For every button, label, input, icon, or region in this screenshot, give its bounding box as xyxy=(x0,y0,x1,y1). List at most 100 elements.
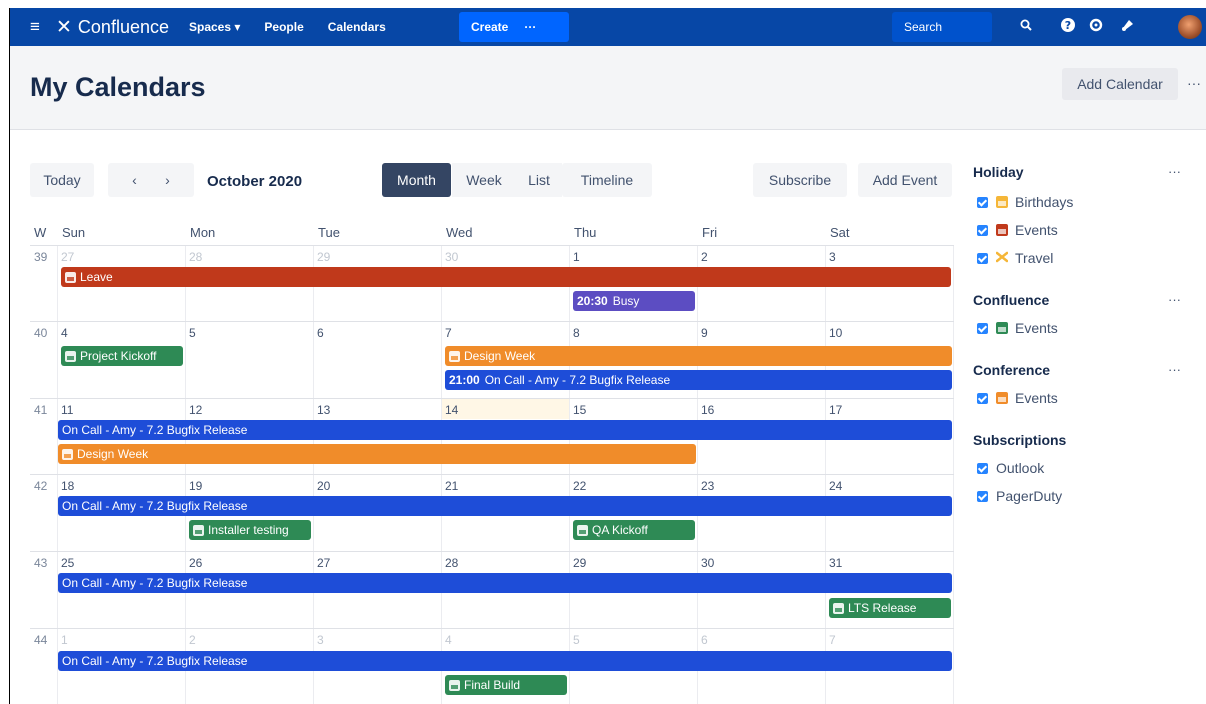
subscribe-button[interactable]: Subscribe xyxy=(753,163,847,197)
day-number[interactable]: 30 xyxy=(445,250,458,264)
group-subscriptions[interactable]: Subscriptions xyxy=(973,432,1066,448)
day-number[interactable]: 16 xyxy=(701,403,714,417)
view-month-button[interactable]: Month xyxy=(382,163,451,197)
header-more-button[interactable]: ··· xyxy=(1182,68,1206,100)
calendar-item-outlook[interactable]: Outlook xyxy=(977,459,1044,477)
day-number[interactable]: 27 xyxy=(61,250,74,264)
day-number[interactable]: 26 xyxy=(189,556,202,570)
day-number[interactable]: 21 xyxy=(445,479,458,493)
day-number[interactable]: 19 xyxy=(189,479,202,493)
day-number[interactable]: 11 xyxy=(61,403,73,417)
event-project-kickoff[interactable]: Project Kickoff xyxy=(61,346,183,366)
checkbox-checked[interactable] xyxy=(977,490,988,502)
day-number[interactable]: 22 xyxy=(573,479,586,493)
event-on-call[interactable]: On Call - Amy - 7.2 Bugfix Release xyxy=(58,573,952,593)
day-number[interactable]: 3 xyxy=(317,633,324,647)
settings-icon[interactable] xyxy=(1086,17,1106,37)
group-more-button[interactable]: ··· xyxy=(1168,164,1181,179)
create-more-icon[interactable]: ··· xyxy=(524,20,536,34)
nav-calendars[interactable]: Calendars xyxy=(328,20,386,34)
group-more-button[interactable]: ··· xyxy=(1168,292,1181,307)
day-number[interactable]: 28 xyxy=(445,556,458,570)
checkbox-checked[interactable] xyxy=(977,462,988,474)
day-number[interactable]: 2 xyxy=(701,250,708,264)
prev-month-button[interactable]: ‹ xyxy=(132,172,137,188)
menu-icon[interactable]: ≡ xyxy=(26,17,44,37)
day-number[interactable]: 30 xyxy=(701,556,714,570)
day-number[interactable]: 28 xyxy=(189,250,202,264)
day-number[interactable]: 24 xyxy=(829,479,842,493)
event-design-week[interactable]: Design Week xyxy=(445,346,952,366)
day-number[interactable]: 3 xyxy=(829,250,836,264)
today-button[interactable]: Today xyxy=(30,163,94,197)
calendar-item-birthdays[interactable]: Birthdays xyxy=(977,193,1073,211)
view-timeline-button[interactable]: Timeline xyxy=(562,163,652,197)
add-calendar-button[interactable]: Add Calendar xyxy=(1062,68,1178,100)
event-busy[interactable]: 20:30 Busy xyxy=(573,291,695,311)
search-icon[interactable] xyxy=(1020,19,1032,34)
day-number[interactable]: 20 xyxy=(317,479,330,493)
day-number[interactable]: 15 xyxy=(573,403,586,417)
nav-people[interactable]: People xyxy=(264,20,303,34)
add-event-button[interactable]: Add Event xyxy=(858,163,952,197)
day-number[interactable]: 4 xyxy=(445,633,452,647)
day-number[interactable]: 5 xyxy=(189,326,196,340)
calendar-item-events[interactable]: Events xyxy=(977,389,1058,407)
nav-spaces[interactable]: Spaces ▾ xyxy=(189,20,240,34)
group-conference[interactable]: Conference xyxy=(973,362,1050,378)
search-input[interactable]: Search xyxy=(892,12,992,42)
day-number[interactable]: 1 xyxy=(573,250,580,264)
user-avatar[interactable] xyxy=(1178,15,1202,39)
checkbox-checked[interactable] xyxy=(977,196,988,208)
calendar-item-travel[interactable]: Travel xyxy=(977,249,1053,267)
group-holiday[interactable]: Holiday xyxy=(973,164,1024,180)
day-number[interactable]: 31 xyxy=(829,556,842,570)
event-final-build[interactable]: Final Build xyxy=(445,675,567,695)
day-number[interactable]: 29 xyxy=(317,250,330,264)
group-more-button[interactable]: ··· xyxy=(1168,362,1181,377)
event-on-call[interactable]: On Call - Amy - 7.2 Bugfix Release xyxy=(58,651,952,671)
day-number[interactable]: 1 xyxy=(61,633,68,647)
day-number[interactable]: 7 xyxy=(445,326,452,340)
event-installer-testing[interactable]: Installer testing xyxy=(189,520,311,540)
checkbox-checked[interactable] xyxy=(977,392,988,404)
day-number[interactable]: 6 xyxy=(701,633,708,647)
event-on-call[interactable]: On Call - Amy - 7.2 Bugfix Release xyxy=(58,420,952,440)
confluence-logo[interactable]: ✕ Confluence xyxy=(56,16,169,39)
calendar-item-events[interactable]: Events xyxy=(977,319,1058,337)
day-number[interactable]: 12 xyxy=(189,403,202,417)
day-number[interactable]: 4 xyxy=(61,326,68,340)
calendar-item-events[interactable]: Events xyxy=(977,221,1058,239)
day-number[interactable]: 5 xyxy=(573,633,580,647)
day-number[interactable]: 23 xyxy=(701,479,714,493)
day-number[interactable]: 29 xyxy=(573,556,586,570)
view-list-button[interactable]: List xyxy=(516,163,562,197)
day-number[interactable]: 2 xyxy=(189,633,196,647)
day-number[interactable]: 7 xyxy=(829,633,836,647)
next-month-button[interactable]: › xyxy=(165,172,170,188)
group-confluence[interactable]: Confluence xyxy=(973,292,1049,308)
create-button[interactable]: Create ··· xyxy=(459,12,569,42)
event-on-call[interactable]: 21:00 On Call - Amy - 7.2 Bugfix Release xyxy=(445,370,952,390)
event-lts-release[interactable]: LTS Release xyxy=(829,598,951,618)
checkbox-checked[interactable] xyxy=(977,252,988,264)
day-number[interactable]: 8 xyxy=(573,326,580,340)
checkbox-checked[interactable] xyxy=(977,322,988,334)
day-number[interactable]: 13 xyxy=(317,403,330,417)
calendar-item-pagerduty[interactable]: PagerDuty xyxy=(977,487,1062,505)
event-qa-kickoff[interactable]: QA Kickoff xyxy=(573,520,695,540)
day-number[interactable]: 27 xyxy=(317,556,330,570)
event-leave[interactable]: Leave xyxy=(61,267,951,287)
notifications-icon[interactable] xyxy=(1118,17,1138,37)
day-number-today[interactable]: 14 xyxy=(445,403,458,417)
view-week-button[interactable]: Week xyxy=(452,163,516,197)
checkbox-checked[interactable] xyxy=(977,224,988,236)
event-on-call[interactable]: On Call - Amy - 7.2 Bugfix Release xyxy=(58,496,952,516)
day-number[interactable]: 9 xyxy=(701,326,708,340)
day-number[interactable]: 6 xyxy=(317,326,324,340)
day-number[interactable]: 17 xyxy=(829,403,842,417)
day-number[interactable]: 18 xyxy=(61,479,74,493)
day-number[interactable]: 10 xyxy=(829,326,842,340)
help-icon[interactable]: ? xyxy=(1058,17,1078,37)
day-number[interactable]: 25 xyxy=(61,556,74,570)
